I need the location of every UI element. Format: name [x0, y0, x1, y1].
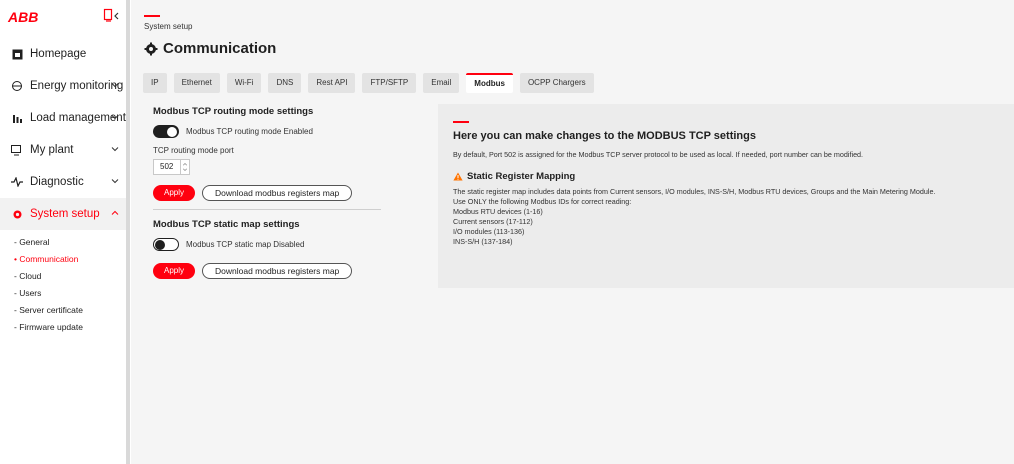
tab-dns[interactable]: DNS — [268, 73, 302, 93]
sidebar: ABB Homepage Energy monitoring Load mana… — [0, 0, 130, 464]
port-stepper[interactable]: 502 — [153, 159, 190, 175]
static-register-title-text: Static Register Mapping — [467, 171, 576, 182]
modbus-settings-panel: Modbus TCP routing mode settings Modbus … — [153, 106, 383, 279]
info-title: Here you can make changes to the MODBUS … — [453, 130, 756, 142]
collapse-sidebar-icon[interactable] — [103, 8, 121, 24]
submenu-item-firmware-update[interactable]: - Firmware update — [0, 319, 129, 336]
load-management-icon — [10, 111, 24, 125]
chevron-down-icon — [111, 147, 119, 152]
submenu-item-server-certificate[interactable]: - Server certificate — [0, 302, 129, 319]
sidebar-item-system-setup[interactable]: System setup — [0, 198, 129, 230]
static-map-apply-button[interactable]: Apply — [153, 263, 196, 279]
info-line: I/O modules (113-136) — [453, 227, 525, 236]
sidebar-item-label: My plant — [30, 144, 74, 156]
sidebar-item-my-plant[interactable]: My plant — [0, 134, 129, 166]
tab-wifi[interactable]: Wi-Fi — [226, 73, 262, 93]
stepper-arrows-icon[interactable] — [180, 160, 189, 174]
sidebar-item-label: Homepage — [30, 48, 87, 60]
submenu-item-communication[interactable]: • Communication — [0, 251, 129, 268]
main-content: System setup Communication IP Ethernet W… — [131, 0, 1014, 464]
static-map-toggle[interactable] — [153, 238, 179, 251]
my-plant-icon — [10, 143, 24, 157]
sidebar-item-label: Energy monitoring — [30, 80, 124, 92]
port-value[interactable]: 502 — [160, 160, 173, 174]
warning-icon — [453, 172, 463, 181]
routing-section-title: Modbus TCP routing mode settings — [153, 106, 314, 117]
page-title: Communication — [144, 40, 276, 57]
info-description: By default, Port 502 is assigned for the… — [453, 150, 864, 159]
page-title-text: Communication — [163, 40, 277, 57]
info-line: Current sensors (17-112) — [453, 217, 533, 226]
routing-toggle-label: Modbus TCP routing mode Enabled — [186, 127, 313, 136]
tab-rest-api[interactable]: Rest API — [308, 73, 356, 93]
tab-ip[interactable]: IP — [143, 73, 167, 93]
static-map-actions: Apply Download modbus registers map — [153, 263, 383, 279]
home-icon — [10, 47, 24, 61]
toggle-knob — [167, 126, 177, 137]
logo-row: ABB — [0, 0, 129, 34]
routing-actions: Apply Download modbus registers map — [153, 185, 383, 201]
static-map-toggle-row: Modbus TCP static map Disabled — [153, 238, 383, 251]
gear-icon — [144, 42, 158, 55]
sidebar-item-energy-monitoring[interactable]: Energy monitoring — [0, 70, 129, 102]
tab-ocpp-chargers[interactable]: OCPP Chargers — [519, 73, 594, 93]
submenu-item-cloud[interactable]: - Cloud — [0, 268, 129, 285]
chevron-down-icon — [111, 179, 119, 184]
title-accent-line — [144, 15, 160, 17]
port-field-label: TCP routing mode port — [153, 146, 234, 155]
tab-ftp-sftp[interactable]: FTP/SFTP — [362, 73, 417, 93]
chevron-down-icon — [111, 115, 119, 120]
system-setup-submenu: - General • Communication - Cloud - User… — [0, 230, 129, 336]
tab-ethernet[interactable]: Ethernet — [173, 73, 220, 93]
chevron-up-icon — [111, 210, 119, 215]
submenu-item-general[interactable]: - General — [0, 234, 129, 251]
energy-monitoring-icon — [10, 79, 24, 93]
routing-toggle-row: Modbus TCP routing mode Enabled — [153, 125, 383, 138]
routing-apply-button[interactable]: Apply — [153, 185, 196, 201]
sidebar-item-diagnostic[interactable]: Diagnostic — [0, 166, 129, 198]
static-map-toggle-label: Modbus TCP static map Disabled — [186, 240, 305, 249]
sidebar-item-label: System setup — [30, 208, 100, 220]
diagnostic-icon — [10, 175, 24, 189]
tab-bar: IP Ethernet Wi-Fi DNS Rest API FTP/SFTP … — [143, 73, 594, 93]
info-line: The static register map includes data po… — [453, 187, 936, 196]
tab-email[interactable]: Email — [423, 73, 460, 93]
sidebar-scrollbar[interactable] — [126, 0, 130, 464]
tab-modbus[interactable]: Modbus — [466, 73, 513, 93]
modbus-info-panel: Here you can make changes to the MODBUS … — [438, 104, 1014, 288]
chevron-down-icon — [111, 83, 119, 88]
info-line: INS-S/H (137-184) — [453, 237, 513, 246]
sidebar-item-label: Diagnostic — [30, 176, 84, 188]
abb-logo: ABB — [8, 9, 39, 25]
routing-download-map-button[interactable]: Download modbus registers map — [202, 185, 353, 201]
info-line: Modbus RTU devices (1-16) — [453, 207, 543, 216]
routing-mode-toggle[interactable] — [153, 125, 179, 138]
gear-icon — [10, 207, 24, 221]
sidebar-item-load-management[interactable]: Load management — [0, 102, 129, 134]
static-register-title: Static Register Mapping — [453, 171, 575, 182]
static-map-section-title: Modbus TCP static map settings — [153, 219, 300, 230]
static-map-download-map-button[interactable]: Download modbus registers map — [202, 263, 353, 279]
info-line: Use ONLY the following Modbus IDs for co… — [453, 197, 632, 206]
breadcrumb[interactable]: System setup — [144, 22, 192, 31]
toggle-knob — [155, 239, 165, 250]
info-accent-line — [453, 121, 469, 123]
static-register-details: The static register map includes data po… — [453, 187, 935, 247]
section-divider — [153, 209, 381, 210]
submenu-item-users[interactable]: - Users — [0, 285, 129, 302]
sidebar-item-homepage[interactable]: Homepage — [0, 38, 129, 70]
